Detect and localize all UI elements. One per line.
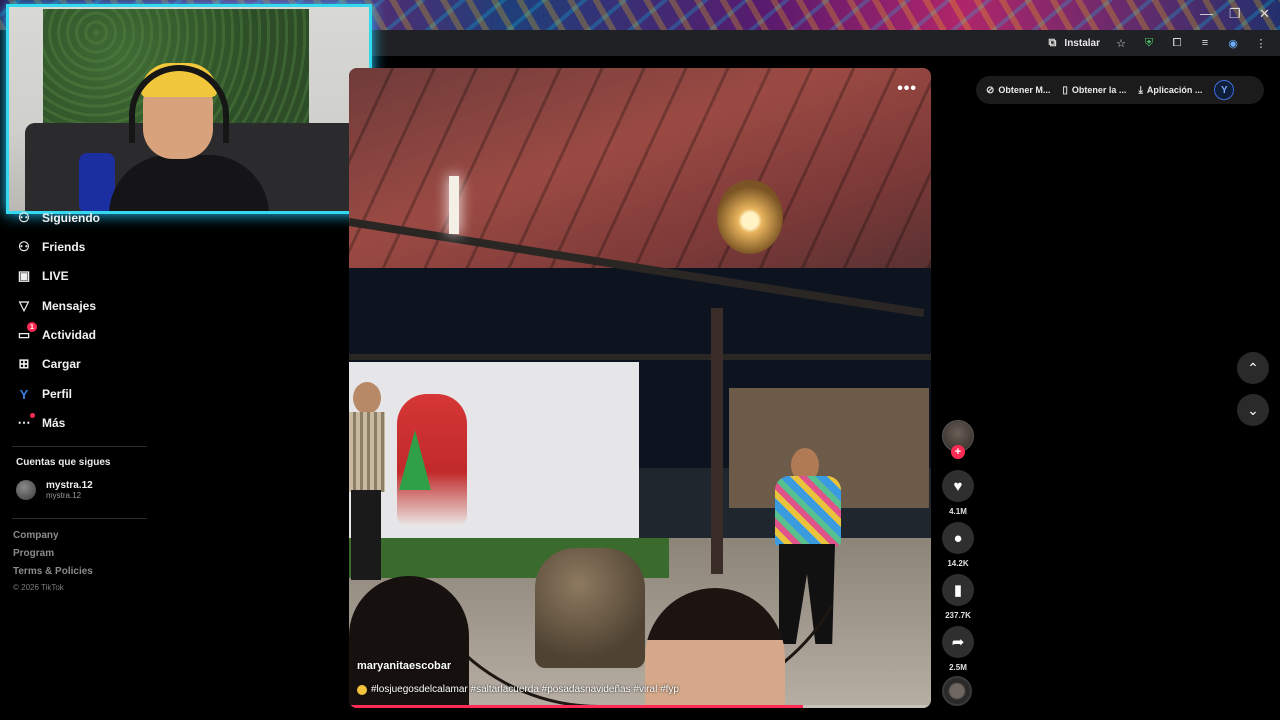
- video-progress-fill: [349, 705, 803, 708]
- sidebar-item-label: Actividad: [42, 328, 97, 342]
- boy-pants: [351, 490, 381, 580]
- install-label: Instalar: [1064, 37, 1100, 49]
- like-button[interactable]: ♥: [942, 470, 974, 502]
- restore-button[interactable]: ❐: [1229, 6, 1241, 22]
- sidebar-item-more[interactable]: ⋯ Más: [16, 413, 66, 431]
- music-disc-icon[interactable]: [942, 676, 972, 706]
- next-video-button[interactable]: ⌄: [1237, 394, 1269, 426]
- more-dot-badge: [30, 413, 35, 418]
- friends-icon: ⚇: [18, 239, 30, 254]
- webcam-overlay: [6, 4, 372, 214]
- avatar: [16, 480, 36, 500]
- save-button[interactable]: ▮: [942, 574, 974, 606]
- account-name: mystra.12: [46, 480, 93, 491]
- heart-icon: ♥: [953, 477, 963, 495]
- activity-badge: 1: [27, 322, 37, 332]
- sidebar-item-label: Cargar: [42, 357, 81, 371]
- sidebar-item-label: Siguiendo: [42, 211, 100, 225]
- copyright-text: © 2026 TikTok: [13, 583, 64, 592]
- sidebar-item-label: Mensajes: [42, 299, 97, 313]
- sidebar-item-profile[interactable]: Y Perfil: [16, 386, 72, 402]
- video-kid: [535, 548, 645, 668]
- follow-plus-icon[interactable]: +: [951, 445, 965, 459]
- minimize-button[interactable]: —: [1200, 6, 1213, 21]
- sidebar-item-messages[interactable]: ▽ Mensajes: [16, 298, 96, 314]
- sidebar-item-following[interactable]: ⚇ Siguiendo: [16, 210, 100, 226]
- messages-icon: ▽: [19, 298, 29, 313]
- sidebar-item-live[interactable]: ▣ LIVE: [16, 268, 69, 284]
- star-icon[interactable]: ☆: [1114, 36, 1128, 50]
- video-ceiling-light: [449, 176, 459, 234]
- video-tree-inflatable: [399, 430, 431, 490]
- share-button[interactable]: ➦: [942, 626, 974, 658]
- sidebar-item-label: LIVE: [42, 269, 69, 283]
- sidebar-item-upload[interactable]: ⊞ Cargar: [16, 356, 81, 372]
- video-beam: [349, 354, 931, 360]
- video-hanging-lamp: [717, 180, 783, 254]
- profile-icon[interactable]: ◉: [1226, 36, 1240, 50]
- pill-label: Obtener M...: [998, 85, 1051, 95]
- comment-icon: ●: [953, 529, 963, 547]
- sidebar-item-label: Friends: [42, 240, 86, 254]
- coin-icon: ⊘: [986, 84, 995, 96]
- video-progress-bar[interactable]: [349, 705, 931, 708]
- get-coins-button[interactable]: ⊘ Obtener M...: [986, 85, 1050, 96]
- chevron-down-icon: ⌄: [1247, 401, 1259, 418]
- video-player[interactable]: ••• maryanitaescobar #losjuegosdelcalama…: [349, 68, 931, 708]
- video-author[interactable]: maryanitaescobar: [357, 660, 451, 672]
- pill-label: Obtener la ...: [1071, 85, 1127, 95]
- sidebar-divider: [12, 446, 147, 447]
- sidebar-item-label: Más: [42, 416, 66, 430]
- footer-link-program[interactable]: Program: [13, 548, 54, 559]
- upload-icon: ⊞: [18, 356, 30, 371]
- more-icon: ⋯: [16, 413, 35, 431]
- pill-label: Aplicación ...: [1146, 85, 1203, 95]
- boy-head: [353, 382, 381, 414]
- chevron-up-icon: ⌃: [1247, 359, 1259, 376]
- live-icon: ▣: [17, 268, 31, 283]
- like-count: 4.1M: [949, 507, 967, 516]
- activity-icon: ▭ 1: [16, 322, 37, 343]
- desktop-app-button[interactable]: ⤓ Aplicación ...: [1138, 85, 1202, 96]
- save-count: 237.7K: [945, 611, 971, 620]
- install-icon: ⧉: [1048, 36, 1057, 49]
- phone-icon: ▯: [1062, 84, 1068, 96]
- profile-icon: Y: [19, 386, 29, 402]
- comment-count: 14.2K: [947, 559, 969, 568]
- emoji-icon: [357, 684, 367, 695]
- puzzle-icon[interactable]: ⧠: [1170, 36, 1184, 50]
- menu-icon[interactable]: ⋮: [1254, 36, 1268, 50]
- address-bar: ⧉ Instalar ☆ ⛨ ⧠ ≡ ◉ ⋮: [370, 30, 1280, 56]
- avatar[interactable]: Y: [1214, 80, 1235, 100]
- toolbar-actions: ⧉ Instalar ☆ ⛨ ⧠ ≡ ◉ ⋮: [1045, 30, 1280, 56]
- following-icon: ⚇: [18, 210, 30, 225]
- footer-link-company[interactable]: Company: [13, 530, 59, 541]
- boy-shirt: [349, 412, 385, 492]
- account-handle: mystra.12: [46, 491, 82, 500]
- previous-video-button[interactable]: ⌃: [1237, 352, 1269, 384]
- shield-icon[interactable]: ⛨: [1142, 36, 1156, 50]
- video-boy: [349, 378, 389, 580]
- video-caption: #losjuegosdelcalamar #saltarlacuerda #po…: [357, 684, 679, 695]
- bookmark-icon: ▮: [953, 582, 963, 599]
- sidebar-item-label: Perfil: [42, 387, 73, 401]
- get-app-button[interactable]: ▯ Obtener la ...: [1062, 85, 1126, 96]
- download-icon: ⤓: [1138, 84, 1143, 96]
- sidebar-divider: [12, 518, 147, 519]
- comment-button[interactable]: ●: [942, 522, 974, 554]
- top-actions-bar: ⊘ Obtener M... ▯ Obtener la ... ⤓ Aplica…: [976, 76, 1264, 104]
- following-accounts-title: Cuentas que sigues: [16, 457, 111, 468]
- share-count: 2.5M: [949, 663, 967, 672]
- video-more-button[interactable]: •••: [897, 80, 917, 98]
- sidebar-item-activity[interactable]: ▭ 1 Actividad: [16, 322, 97, 343]
- install-app-button[interactable]: ⧉ Instalar: [1045, 36, 1100, 50]
- following-account-item[interactable]: mystra.12 mystra.12: [16, 480, 93, 500]
- share-icon: ➦: [951, 634, 965, 651]
- sidebar-item-friends[interactable]: ⚇ Friends: [16, 239, 85, 255]
- close-window-button[interactable]: ✕: [1259, 6, 1270, 22]
- playlist-icon[interactable]: ≡: [1198, 36, 1212, 50]
- footer-link-terms[interactable]: Terms & Policies: [13, 566, 93, 577]
- video-caption-text: #losjuegosdelcalamar #saltarlacuerda #po…: [371, 684, 679, 695]
